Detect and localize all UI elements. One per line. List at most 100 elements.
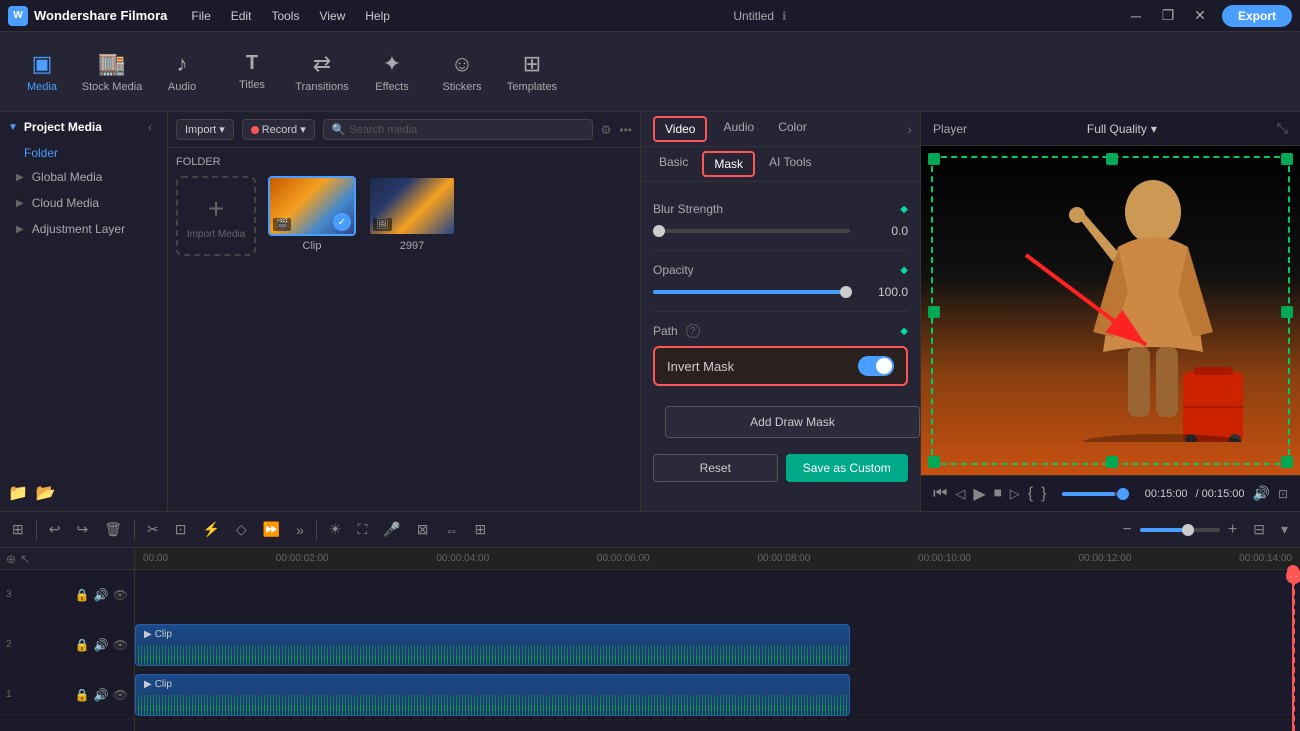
toolbar-stickers[interactable]: ☺ Stickers [428, 40, 496, 104]
track-2-volume-icon[interactable]: 🔊 [94, 638, 109, 652]
fullscreen-icon[interactable]: ⤡ [1277, 120, 1288, 137]
menu-help[interactable]: Help [357, 7, 398, 25]
zoom-out-button[interactable]: − [1119, 519, 1136, 541]
voice-enhance-icon[interactable]: 🎤 [379, 519, 404, 540]
toolbar-titles[interactable]: T Titles [218, 40, 286, 104]
media-thumbnail-2997[interactable]: 🖼 [368, 176, 456, 236]
menu-edit[interactable]: Edit [223, 7, 260, 25]
cut-button[interactable]: ✂ [143, 519, 163, 540]
split-view-icon[interactable]: ⊞ [8, 519, 28, 540]
volume-button[interactable]: 🔊 [1253, 485, 1270, 502]
track-1-lock-icon[interactable]: 🔒 [75, 688, 90, 702]
zoom-slider[interactable] [1140, 528, 1220, 532]
keyframe-button[interactable]: ◇ [232, 519, 251, 540]
mark-out-button[interactable]: } [1041, 485, 1046, 503]
toolbar-effects[interactable]: ✦ Effects [358, 40, 426, 104]
menu-view[interactable]: View [311, 7, 353, 25]
magnet-icon[interactable]: ⊕ [6, 552, 16, 566]
playhead[interactable] [1292, 570, 1294, 731]
timeline-clip-2[interactable]: ▶ Clip [135, 624, 850, 666]
layout-icon[interactable]: ⊞ [470, 519, 490, 540]
track-3-visible-icon[interactable]: 👁 [113, 588, 128, 602]
transform-icon[interactable]: ⊠ [413, 519, 433, 540]
tab-color[interactable]: Color [766, 112, 819, 146]
speed-button[interactable]: ⏩ [259, 519, 284, 540]
step-back-button[interactable]: ◁ [955, 486, 965, 502]
blur-keyframe-icon[interactable]: ◆ [900, 204, 908, 215]
minimize-button[interactable]: ─ [1122, 4, 1150, 28]
import-media-box[interactable]: + Import Media [176, 176, 256, 256]
menu-file[interactable]: File [183, 7, 218, 25]
import-button[interactable]: Import ▾ [176, 119, 234, 140]
blur-slider-thumb[interactable] [653, 225, 665, 237]
toolbar-templates[interactable]: ⊞ Templates [498, 40, 566, 104]
folder-label[interactable]: Folder [0, 142, 167, 164]
replace-icon[interactable]: ⇔ [440, 520, 462, 540]
crop-button[interactable]: ⊡ [171, 519, 191, 540]
sidebar-item-global[interactable]: ▶ Global Media [0, 164, 167, 190]
sidebar-item-cloud[interactable]: ▶ Cloud Media [0, 190, 167, 216]
maximize-button[interactable]: ❐ [1154, 4, 1182, 28]
search-box[interactable]: 🔍 Search media [323, 119, 593, 140]
collapse-panel-button[interactable]: ‹ [148, 120, 152, 134]
redo-button[interactable]: ↪ [72, 519, 92, 540]
opacity-keyframe-icon[interactable]: ◆ [900, 265, 908, 276]
play-button[interactable]: ▶ [973, 484, 985, 504]
reset-button[interactable]: Reset [653, 454, 778, 482]
close-button[interactable]: ✕ [1186, 4, 1214, 28]
tab-audio[interactable]: Audio [711, 112, 766, 146]
stabilize-icon[interactable]: ⛶ [353, 519, 371, 540]
track-3-volume-icon[interactable]: 🔊 [94, 588, 109, 602]
delete-button[interactable]: 🗑 [100, 519, 126, 540]
add-draw-mask-button[interactable]: Add Draw Mask [665, 406, 920, 438]
subtab-basic[interactable]: Basic [649, 151, 698, 177]
toolbar-stock[interactable]: 🏬 Stock Media [78, 40, 146, 104]
export-button[interactable]: Export [1222, 5, 1292, 27]
subtab-mask[interactable]: Mask [702, 151, 755, 177]
list-item[interactable]: 🖼 2997 [368, 176, 456, 252]
timeline-settings-icon[interactable]: ▾ [1277, 519, 1292, 540]
new-folder-icon[interactable]: 📁 [8, 483, 28, 503]
toolbar-audio[interactable]: ♪ Audio [148, 40, 216, 104]
blur-slider[interactable] [653, 229, 850, 233]
cursor-icon[interactable]: ↖ [20, 552, 30, 566]
playback-thumb[interactable] [1117, 488, 1129, 500]
step-fwd-button[interactable]: ▷ [1010, 486, 1020, 502]
rewind-button[interactable]: ⏮ [933, 485, 947, 503]
grid-view-button[interactable]: ⊟ [1249, 519, 1269, 540]
snapshot-icon[interactable]: ⊡ [1278, 487, 1288, 501]
path-keyframe-icon[interactable]: ◆ [900, 326, 908, 337]
list-item[interactable]: 🎬 ✓ Clip [268, 176, 356, 252]
toolbar-media[interactable]: ▣ Media [8, 40, 76, 104]
track-1-volume-icon[interactable]: 🔊 [94, 688, 109, 702]
save-custom-button[interactable]: Save as Custom [786, 454, 909, 482]
playback-slider[interactable] [1062, 492, 1128, 496]
sidebar-item-adjustment[interactable]: ▶ Adjustment Layer [0, 216, 167, 242]
opacity-slider-thumb[interactable] [840, 286, 852, 298]
color-correction-icon[interactable]: ☀ [325, 519, 346, 540]
audio-extract-button[interactable]: ⚡ [198, 519, 223, 540]
zoom-thumb[interactable] [1182, 524, 1194, 536]
more-effects-button[interactable]: » [292, 520, 308, 540]
track-1-visible-icon[interactable]: 👁 [113, 688, 128, 702]
track-3-lock-icon[interactable]: 🔒 [75, 588, 90, 602]
quality-selector[interactable]: Full Quality ▾ [1087, 122, 1157, 136]
tab-video[interactable]: Video [653, 116, 707, 142]
stop-button[interactable]: ⏹ [994, 485, 1002, 503]
record-button[interactable]: Record ▾ [242, 119, 315, 140]
mark-in-button[interactable]: { [1028, 485, 1033, 503]
subtab-aitools[interactable]: AI Tools [759, 151, 821, 177]
opacity-slider[interactable] [653, 290, 850, 294]
media-thumbnail-clip[interactable]: 🎬 ✓ [268, 176, 356, 236]
menu-tools[interactable]: Tools [263, 7, 307, 25]
more-icon[interactable]: ••• [619, 123, 632, 137]
zoom-in-button[interactable]: + [1224, 519, 1241, 541]
track-2-visible-icon[interactable]: 👁 [113, 638, 128, 652]
timeline-clip-1[interactable]: ▶ Clip [135, 674, 850, 716]
arrow-tab-icon[interactable]: › [907, 112, 912, 146]
invert-mask-toggle[interactable] [858, 356, 894, 376]
add-folder-icon[interactable]: 📂 [36, 483, 56, 503]
undo-button[interactable]: ↩ [45, 519, 65, 540]
toolbar-transitions[interactable]: ⇄ Transitions [288, 40, 356, 104]
track-2-lock-icon[interactable]: 🔒 [75, 638, 90, 652]
